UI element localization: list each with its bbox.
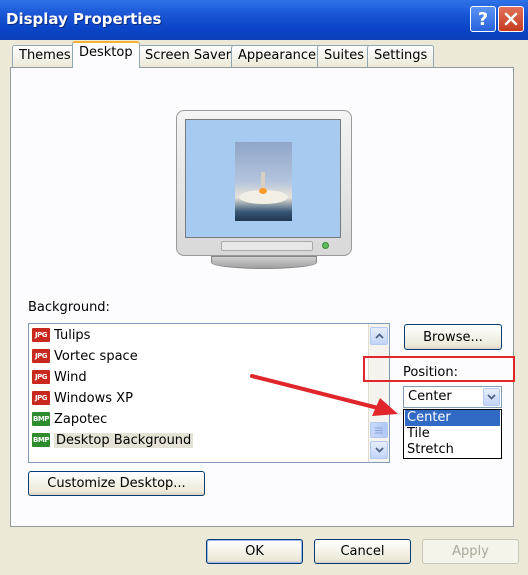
list-item[interactable]: BMP Zapotec (32, 409, 107, 429)
cancel-button[interactable]: Cancel (314, 539, 411, 564)
ok-button[interactable]: OK (206, 539, 303, 564)
monitor-preview (176, 110, 352, 256)
annotation-arrow-icon (250, 374, 398, 416)
title-bar: Display Properties ? (0, 0, 528, 40)
question-mark-icon: ? (477, 8, 489, 30)
background-label: Background: (28, 300, 110, 315)
list-item[interactable]: JPG Tulips (32, 325, 90, 345)
jpg-file-icon: JPG (32, 391, 50, 405)
help-button[interactable]: ? (470, 6, 496, 32)
wallpaper-flame (259, 188, 267, 194)
chevron-down-icon (487, 394, 496, 400)
browse-button[interactable]: Browse... (404, 324, 502, 350)
option-center[interactable]: Center (405, 410, 500, 426)
bmp-file-icon: BMP (32, 433, 50, 447)
close-button[interactable] (498, 6, 524, 32)
option-tile[interactable]: Tile (405, 426, 500, 442)
list-item[interactable]: JPG Vortec space (32, 346, 138, 366)
apply-button: Apply (422, 539, 519, 564)
chevron-up-icon (374, 333, 384, 339)
power-led-icon (322, 242, 329, 249)
wallpaper-thumbnail (235, 142, 292, 221)
jpg-file-icon: JPG (32, 349, 50, 363)
monitor-stand (211, 256, 317, 269)
monitor-bezel-slot (221, 241, 313, 251)
close-icon (504, 12, 518, 26)
list-item[interactable]: JPG Windows XP (32, 388, 133, 408)
tab-settings[interactable]: Settings (367, 45, 435, 67)
list-item-selected[interactable]: BMP Desktop Background (32, 430, 194, 450)
position-dropdown-list: Center Tile Stretch (403, 409, 502, 459)
tab-desktop[interactable]: Desktop (72, 41, 140, 68)
tab-suites[interactable]: Suites (317, 45, 371, 67)
customize-desktop-button[interactable]: Customize Desktop... (28, 471, 205, 496)
tab-themes[interactable]: Themes (12, 45, 78, 67)
dropdown-button[interactable] (483, 388, 500, 406)
jpg-file-icon: JPG (32, 370, 50, 384)
scroll-down-button[interactable] (370, 441, 388, 459)
list-item[interactable]: JPG Wind (32, 367, 87, 387)
position-select[interactable]: Center (403, 386, 502, 408)
bmp-file-icon: BMP (32, 412, 50, 426)
grip-icon (375, 427, 383, 433)
scroll-up-button[interactable] (370, 327, 388, 345)
preview-screen (185, 119, 341, 238)
tab-screen-saver[interactable]: Screen Saver (138, 45, 239, 67)
window-title: Display Properties (6, 10, 162, 28)
position-select-value: Center (408, 389, 452, 404)
scroll-thumb[interactable] (370, 422, 388, 438)
chevron-down-icon (374, 447, 384, 453)
option-stretch[interactable]: Stretch (405, 442, 500, 458)
tab-appearance[interactable]: Appearance (231, 45, 324, 67)
jpg-file-icon: JPG (32, 328, 50, 342)
